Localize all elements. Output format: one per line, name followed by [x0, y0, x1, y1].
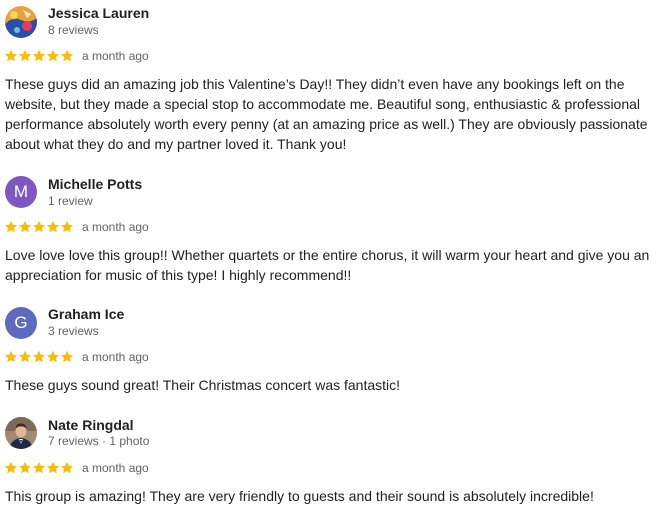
star-icon — [18, 461, 32, 474]
star-icon — [60, 350, 74, 363]
review-text: These guys sound great! Their Christmas … — [5, 377, 401, 393]
review-date: a month ago — [82, 49, 149, 63]
user-photo-icon — [5, 6, 37, 38]
star-icon — [32, 350, 46, 363]
rating-row: a month ago — [4, 219, 149, 235]
rating-row: a month ago — [4, 460, 149, 476]
reviewer-name[interactable]: Graham Ice — [48, 306, 124, 322]
review-date: a month ago — [82, 220, 149, 234]
review-text: These guys did an amazing job this Valen… — [5, 76, 648, 152]
star-icon — [46, 49, 60, 62]
star-icon — [32, 461, 46, 474]
star-rating — [4, 461, 74, 475]
star-icon — [60, 461, 74, 474]
star-icon — [46, 350, 60, 363]
avatar[interactable] — [5, 417, 37, 449]
avatar[interactable]: G — [5, 307, 37, 339]
star-icon — [32, 220, 46, 233]
star-icon — [4, 220, 18, 233]
star-icon — [46, 461, 60, 474]
star-icon — [32, 49, 46, 62]
star-icon — [18, 350, 32, 363]
reviewer-name[interactable]: Nate Ringdal — [48, 417, 134, 433]
star-rating — [4, 220, 74, 234]
review-text: This group is amazing! They are very fri… — [5, 488, 594, 504]
reviewer-name[interactable]: Jessica Lauren — [48, 5, 149, 21]
star-icon — [46, 220, 60, 233]
reviewer-name[interactable]: Michelle Potts — [48, 176, 142, 192]
avatar-letter: G — [14, 313, 28, 332]
avatar[interactable]: M — [5, 176, 37, 208]
star-rating — [4, 49, 74, 63]
star-icon — [4, 461, 18, 474]
star-icon — [4, 49, 18, 62]
star-icon — [60, 49, 74, 62]
avatar-letter: M — [13, 182, 29, 201]
review-text: Love love love this group!! Whether quar… — [5, 247, 650, 283]
reviewer-meta[interactable]: 7 reviews · 1 photo — [48, 434, 149, 448]
reviewer-meta[interactable]: 8 reviews — [48, 23, 99, 37]
reviewer-meta[interactable]: 3 reviews — [48, 324, 99, 338]
rating-row: a month ago — [4, 48, 149, 64]
star-icon — [4, 350, 18, 363]
reviewer-meta[interactable]: 1 review — [48, 194, 93, 208]
star-icon — [18, 220, 32, 233]
star-icon — [18, 49, 32, 62]
star-rating — [4, 350, 74, 364]
avatar[interactable] — [5, 6, 37, 38]
review-date: a month ago — [82, 461, 149, 475]
rating-row: a month ago — [4, 349, 149, 365]
review-date: a month ago — [82, 350, 149, 364]
star-icon — [60, 220, 74, 233]
user-photo-icon — [5, 417, 37, 449]
